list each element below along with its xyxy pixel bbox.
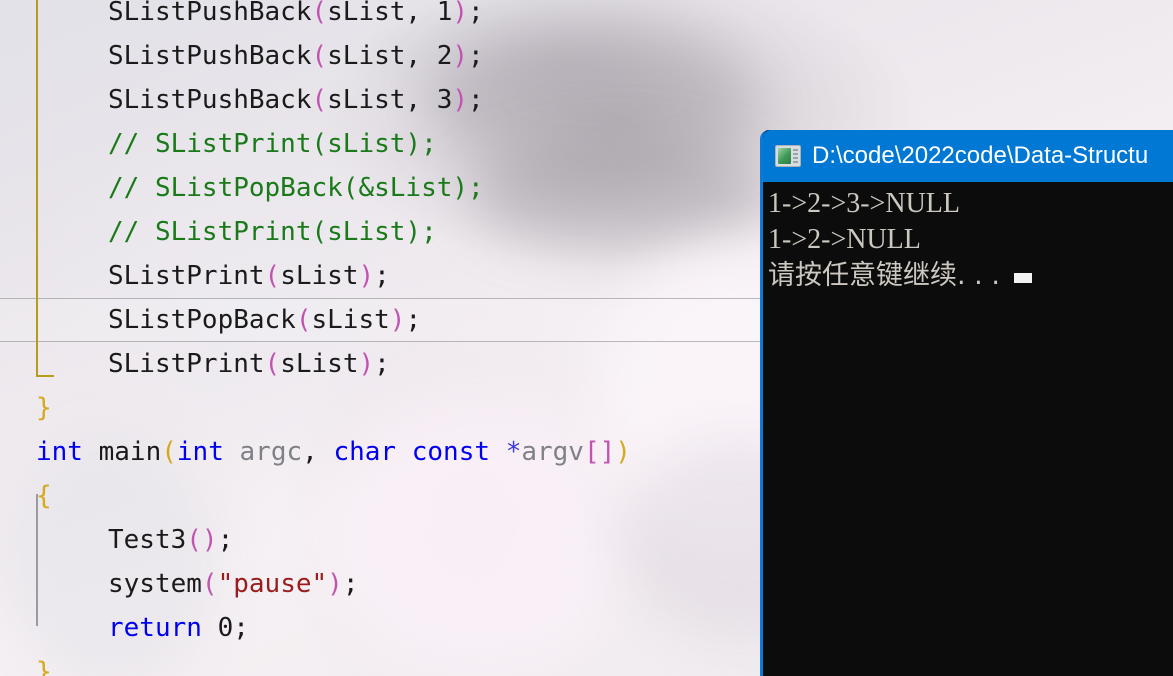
console-output-line: 1->2->NULL xyxy=(768,224,921,255)
code-token: SListPrint xyxy=(108,349,265,379)
code-token: ; xyxy=(374,349,390,379)
code-token: argc xyxy=(223,437,303,467)
code-token: sList xyxy=(311,305,390,335)
console-window[interactable]: D:\code\2022code\Data-Structu 1->2->3->N… xyxy=(760,130,1173,676)
code-line[interactable]: SListPrint(sList); xyxy=(0,254,760,298)
code-line[interactable]: } xyxy=(0,650,760,676)
code-token: * xyxy=(505,437,522,467)
code-line[interactable]: SListPushBack(sList, 3); xyxy=(0,78,760,122)
code-line[interactable]: system("pause"); xyxy=(0,562,760,606)
code-line[interactable]: // SListPopBack(&sList); xyxy=(0,166,760,210)
code-line[interactable]: // SListPrint(sList); xyxy=(0,122,760,166)
code-token: ( xyxy=(311,41,328,71)
code-line[interactable]: SListPrint(sList); xyxy=(0,342,760,386)
code-token: SListPushBack xyxy=(108,0,312,27)
code-token: } xyxy=(36,393,52,423)
code-token: ) xyxy=(452,41,469,71)
code-token: ) xyxy=(615,437,631,467)
code-token: ( xyxy=(311,0,328,27)
code-token: ( xyxy=(264,349,281,379)
code-token: ; xyxy=(468,85,484,115)
code-token: sList xyxy=(280,261,359,291)
console-title-bar[interactable]: D:\code\2022code\Data-Structu xyxy=(763,130,1173,182)
code-token: int xyxy=(36,437,83,467)
code-token: 0; xyxy=(201,613,249,643)
code-token: system xyxy=(108,569,202,599)
code-token: SListPrint xyxy=(108,261,265,291)
code-text[interactable]: SListPushBack(sList, 1); SListPushBack(sL… xyxy=(0,0,760,676)
code-token: ; xyxy=(342,569,359,599)
code-token: () xyxy=(186,525,218,555)
code-line[interactable]: // SListPrint(sList); xyxy=(0,210,760,254)
code-line[interactable]: { xyxy=(0,474,760,518)
code-token: ; xyxy=(468,41,484,71)
code-line[interactable]: Test3(); xyxy=(0,518,760,562)
code-token: ( xyxy=(311,85,328,115)
code-token: // SListPrint(sList); xyxy=(108,129,437,159)
console-output: 1->2->3->NULL 1->2->NULL 请按任意键继续. . . xyxy=(763,182,1173,294)
screen: SListPushBack(sList, 1); SListPushBack(sL… xyxy=(0,0,1173,676)
code-token: ; xyxy=(374,261,390,291)
code-token: ) xyxy=(327,569,343,599)
console-title-text: D:\code\2022code\Data-Structu xyxy=(812,142,1149,169)
code-token: "pause" xyxy=(217,569,328,599)
console-prompt-line: 请按任意键继续. . . xyxy=(768,258,1173,294)
code-token: ; xyxy=(405,305,422,335)
code-token: ( xyxy=(295,305,312,335)
code-token: [] xyxy=(583,437,616,467)
code-token: main xyxy=(82,437,162,467)
code-token: const xyxy=(411,437,491,467)
code-line[interactable]: SListPushBack(sList, 1); xyxy=(0,0,760,34)
code-token: int xyxy=(176,437,224,467)
code-token: ) xyxy=(358,349,375,379)
code-line[interactable]: SListPopBack(sList); xyxy=(0,298,760,342)
code-token: } xyxy=(36,657,52,676)
code-token: // SListPrint(sList); xyxy=(108,217,437,247)
code-token: , xyxy=(302,437,334,467)
code-token: sList xyxy=(280,349,359,379)
code-token: sList, 1 xyxy=(327,0,453,27)
code-token: { xyxy=(36,481,52,511)
code-token: argv xyxy=(521,437,584,467)
code-token: return xyxy=(108,613,202,643)
code-token: Test3 xyxy=(108,525,187,555)
code-line[interactable]: } xyxy=(0,386,760,430)
console-window-icon xyxy=(775,145,801,167)
code-line[interactable]: int main(int argc, char const *argv[]) xyxy=(0,430,760,474)
console-output-line: 1->2->3->NULL xyxy=(768,188,960,219)
code-token: ; xyxy=(217,525,234,555)
code-token: char xyxy=(333,437,397,467)
code-token: SListPushBack xyxy=(108,41,312,71)
code-token: ) xyxy=(358,261,375,291)
code-token: ; xyxy=(468,0,484,27)
code-token: ( xyxy=(201,569,218,599)
code-token: ( xyxy=(161,437,177,467)
code-line[interactable]: SListPushBack(sList, 2); xyxy=(0,34,760,78)
code-token: // SListPopBack(&sList); xyxy=(108,173,484,203)
code-token: ) xyxy=(452,0,469,27)
code-line[interactable]: return 0; xyxy=(0,606,760,650)
code-token: ) xyxy=(389,305,406,335)
code-token: sList, 2 xyxy=(327,41,453,71)
console-cursor xyxy=(1013,273,1032,283)
code-token: SListPopBack xyxy=(108,305,296,335)
console-prompt-text: 请按任意键继续. . . xyxy=(768,260,1000,291)
code-token: sList, 3 xyxy=(327,85,453,115)
code-token: ( xyxy=(264,261,281,291)
code-token: SListPushBack xyxy=(108,85,312,115)
code-token: ) xyxy=(452,85,469,115)
